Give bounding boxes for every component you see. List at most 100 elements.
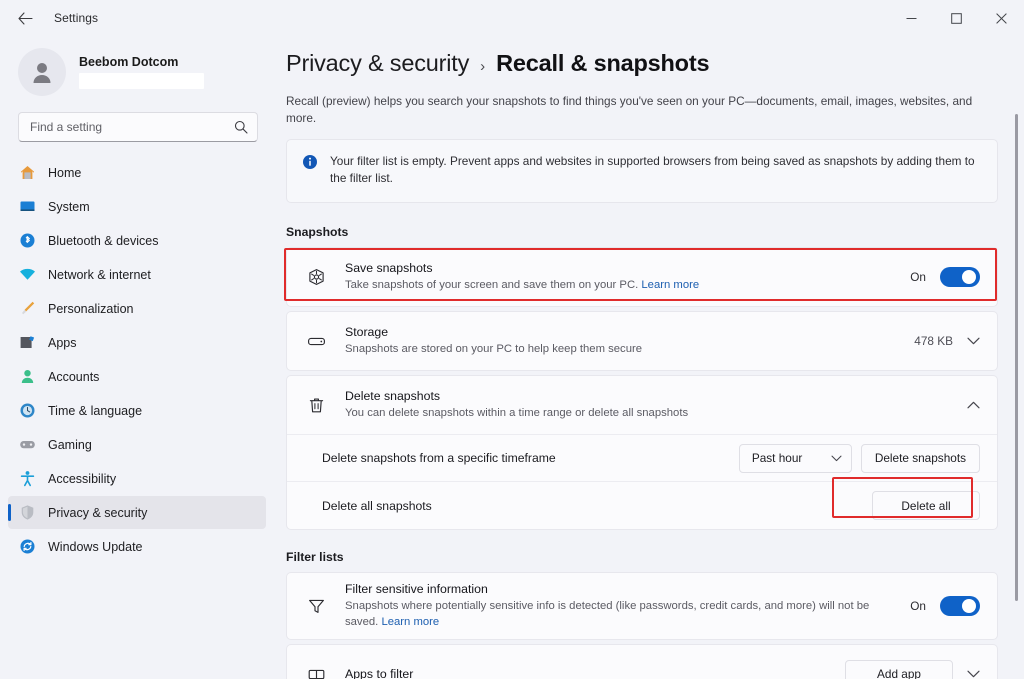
filter-sensitive-text: Filter sensitive information Snapshots w… — [345, 573, 896, 639]
search-container — [0, 112, 276, 142]
system-icon — [18, 198, 36, 216]
delete-snapshots-card: Delete snapshots You can delete snapshot… — [286, 375, 998, 530]
sidebar-item-label: Privacy & security — [48, 506, 147, 520]
info-icon — [302, 154, 318, 187]
home-icon — [18, 164, 36, 182]
content-scrollbar[interactable] — [1015, 114, 1018, 601]
window-icon — [305, 665, 327, 679]
filter-sensitive-subtitle: Snapshots where potentially sensitive in… — [345, 598, 896, 630]
maximize-button[interactable] — [934, 0, 979, 36]
snapshots-section-title: Snapshots — [286, 225, 998, 239]
chevron-up-icon[interactable] — [967, 401, 980, 409]
filter-sensitive-row[interactable]: Filter sensitive information Snapshots w… — [287, 573, 997, 639]
account-email-redacted — [79, 73, 204, 89]
apps-to-filter-text: Apps to filter — [345, 658, 831, 679]
save-snapshots-toggle-label: On — [910, 270, 926, 284]
save-snapshots-toggle[interactable] — [940, 267, 980, 287]
apps-to-filter-controls: Add app — [845, 660, 980, 679]
account-name: Beebom Dotcom — [79, 55, 204, 69]
clock-icon — [18, 402, 36, 420]
filter-sensitive-toggle-label: On — [910, 599, 926, 613]
gamepad-icon — [18, 436, 36, 454]
storage-value: 478 KB — [914, 334, 953, 348]
delete-snapshots-text: Delete snapshots You can delete snapshot… — [345, 380, 953, 430]
storage-controls: 478 KB — [914, 334, 980, 348]
delete-all-controls: Delete all — [872, 491, 980, 520]
save-snapshots-row[interactable]: Save snapshots Take snapshots of your sc… — [287, 248, 997, 306]
storage-row[interactable]: Storage Snapshots are stored on your PC … — [287, 312, 997, 370]
accounts-icon — [18, 368, 36, 386]
apps-icon — [18, 334, 36, 352]
sidebar-item-time-language[interactable]: Time & language — [8, 394, 266, 427]
save-snapshots-text: Save snapshots Take snapshots of your sc… — [345, 252, 896, 302]
close-icon — [996, 13, 1007, 24]
storage-title: Storage — [345, 325, 900, 339]
sidebar-item-personalization[interactable]: Personalization — [8, 292, 266, 325]
title-bar: Settings — [0, 0, 1024, 36]
network-icon — [18, 266, 36, 284]
apps-to-filter-title: Apps to filter — [345, 667, 831, 679]
sidebar-item-network-internet[interactable]: Network & internet — [8, 258, 266, 291]
snapshot-icon — [305, 268, 327, 287]
breadcrumb-separator-icon: › — [480, 58, 485, 75]
window-body: Beebom Dotcom — [0, 36, 1024, 679]
search-box[interactable] — [18, 112, 258, 142]
close-button[interactable] — [979, 0, 1024, 36]
delete-timeframe-controls: Past hour Delete snapshots — [739, 444, 980, 473]
account-summary[interactable]: Beebom Dotcom — [0, 36, 276, 110]
search-icon — [234, 120, 248, 134]
user-avatar-icon — [29, 59, 55, 85]
back-button[interactable] — [8, 4, 42, 32]
delete-timeframe-row: Delete snapshots from a specific timefra… — [287, 434, 997, 481]
toggle-knob — [962, 599, 976, 613]
settings-window: Settings Beebom Dotcom — [0, 0, 1024, 679]
delete-all-label: Delete all snapshots — [322, 499, 872, 513]
sidebar-item-accounts[interactable]: Accounts — [8, 360, 266, 393]
page-description: Recall (preview) helps you search your s… — [286, 93, 998, 127]
toggle-knob — [962, 270, 976, 284]
chevron-down-icon[interactable] — [967, 670, 980, 678]
add-app-button[interactable]: Add app — [845, 660, 953, 679]
delete-snapshots-button[interactable]: Delete snapshots — [861, 444, 980, 473]
sidebar-item-privacy-security[interactable]: Privacy & security — [8, 496, 266, 529]
breadcrumb-parent[interactable]: Privacy & security — [286, 50, 469, 77]
chevron-down-icon — [831, 455, 842, 462]
sidebar-item-bluetooth-devices[interactable]: Bluetooth & devices — [8, 224, 266, 257]
apps-to-filter-row[interactable]: Apps to filter Add app — [287, 645, 997, 679]
delete-snapshots-header-row[interactable]: Delete snapshots You can delete snapshot… — [287, 376, 997, 434]
sidebar-item-label: System — [48, 200, 90, 214]
minimize-button[interactable] — [889, 0, 934, 36]
sidebar-item-gaming[interactable]: Gaming — [8, 428, 266, 461]
sidebar-item-label: Windows Update — [48, 540, 143, 554]
sidebar-item-label: Personalization — [48, 302, 133, 316]
sidebar-item-home[interactable]: Home — [8, 156, 266, 189]
sidebar-item-system[interactable]: System — [8, 190, 266, 223]
filter-sensitive-title: Filter sensitive information — [345, 582, 896, 596]
filter-sensitive-controls: On — [910, 596, 980, 616]
back-arrow-icon — [18, 12, 33, 25]
chevron-down-icon[interactable] — [967, 337, 980, 345]
sidebar-item-windows-update[interactable]: Windows Update — [8, 530, 266, 563]
save-snapshots-card: Save snapshots Take snapshots of your sc… — [286, 247, 998, 307]
sidebar-item-label: Apps — [48, 336, 77, 350]
save-snapshots-learn-more-link[interactable]: Learn more — [641, 279, 699, 291]
delete-all-row: Delete all snapshots Delete all — [287, 481, 997, 529]
search-input[interactable] — [30, 120, 234, 134]
page-title: Recall & snapshots — [496, 50, 709, 77]
sidebar-item-label: Home — [48, 166, 81, 180]
timeframe-dropdown[interactable]: Past hour — [739, 444, 852, 473]
content-scroll: Privacy & security › Recall & snapshots … — [276, 36, 1024, 679]
sidebar: Beebom Dotcom — [0, 36, 276, 679]
sidebar-item-apps[interactable]: Apps — [8, 326, 266, 359]
filter-sensitive-card: Filter sensitive information Snapshots w… — [286, 572, 998, 640]
update-icon — [18, 538, 36, 556]
storage-text: Storage Snapshots are stored on your PC … — [345, 316, 900, 366]
delete-all-button[interactable]: Delete all — [872, 491, 980, 520]
info-banner: Your filter list is empty. Prevent apps … — [286, 139, 998, 203]
funnel-icon — [305, 597, 327, 616]
sidebar-item-accessibility[interactable]: Accessibility — [8, 462, 266, 495]
filter-sensitive-learn-more-link[interactable]: Learn more — [381, 616, 439, 628]
delete-timeframe-label: Delete snapshots from a specific timefra… — [322, 451, 739, 465]
bluetooth-icon — [18, 232, 36, 250]
filter-sensitive-toggle[interactable] — [940, 596, 980, 616]
